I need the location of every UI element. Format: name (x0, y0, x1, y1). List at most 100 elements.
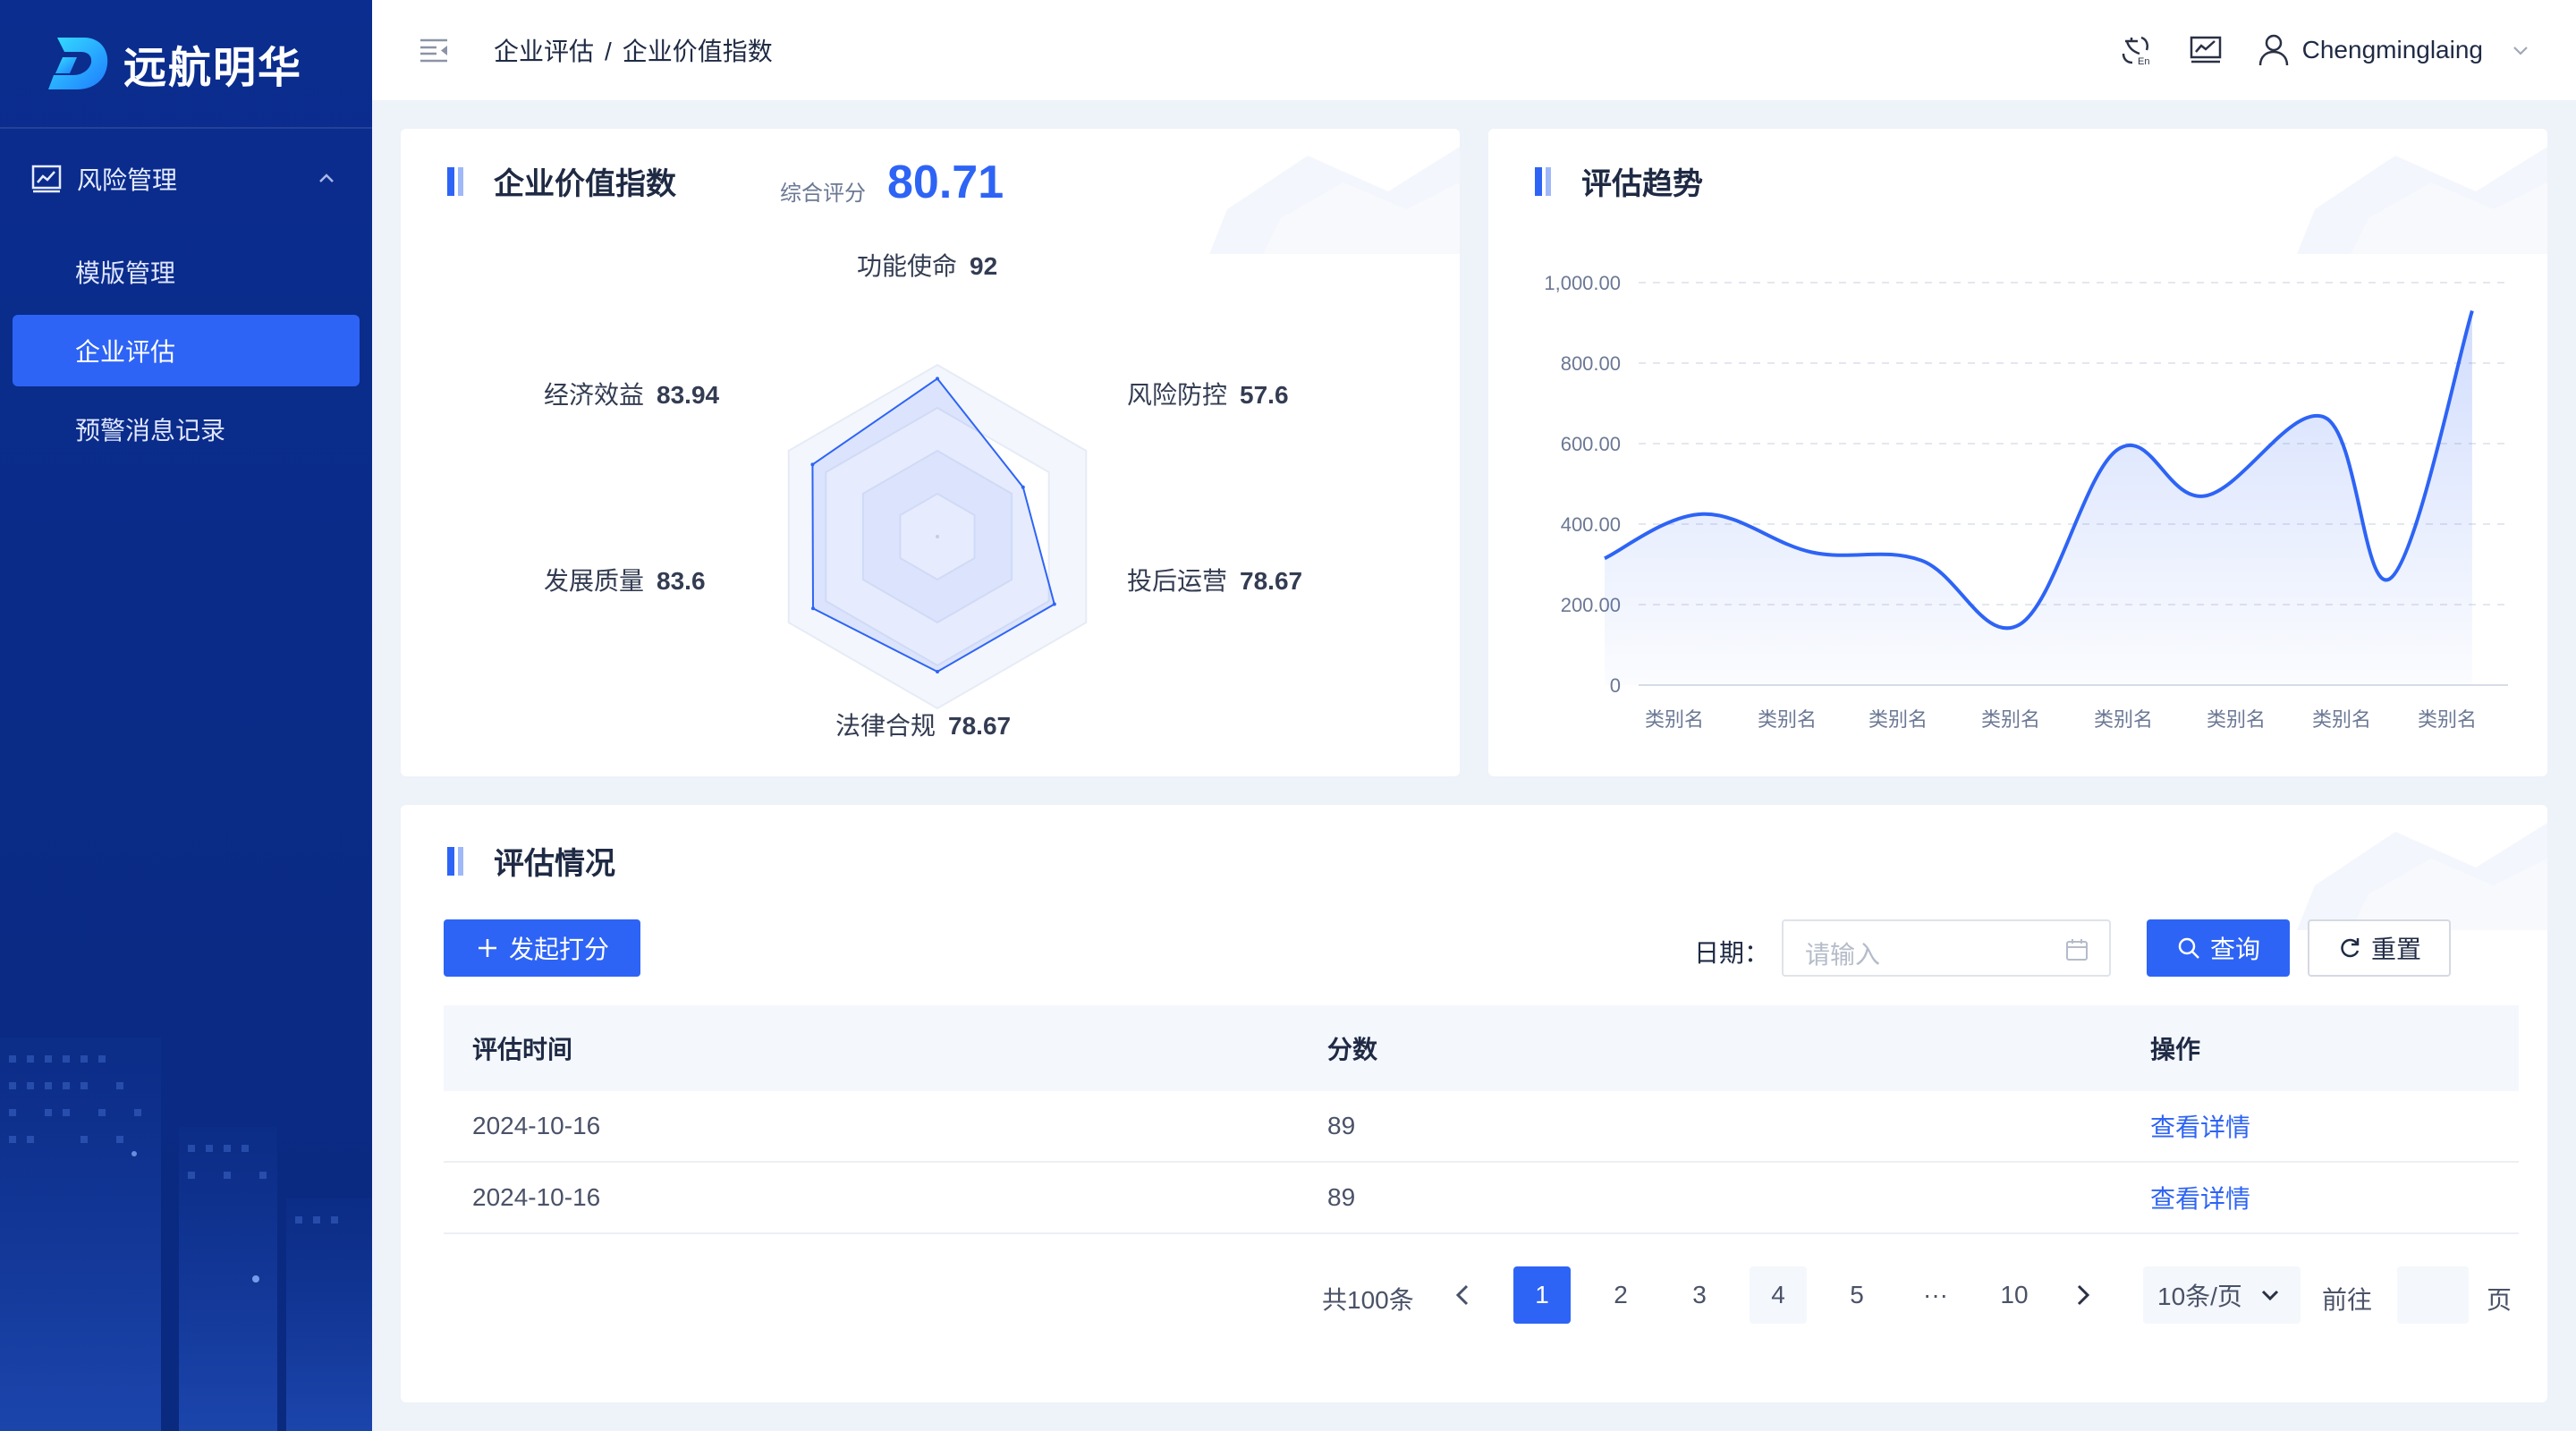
trend-chart: 0200.00400.00600.00800.001,000.00类别名 类别名类… (1544, 272, 2508, 731)
header-actions: En Chengminglaing (2084, 27, 2531, 73)
column-header-time: 评估时间 (472, 1036, 573, 1063)
x-tick-label: 类别名 (1758, 708, 1817, 731)
app-name: 远航明华 (123, 45, 303, 92)
dimension-value: 57.6 (1240, 381, 1289, 409)
card-title: 评估情况 (447, 839, 615, 883)
view-details-link[interactable]: 查看详情 (2150, 1108, 2250, 1144)
dimension-legal-compliance: 法律合规 78.67 (835, 707, 1011, 742)
card-background-decoration (2297, 823, 2547, 930)
user-icon[interactable] (2258, 33, 2290, 67)
dimension-label: 法律合规 (835, 712, 936, 740)
goto-label: 前往 (2322, 1286, 2373, 1314)
card-title: 企业价值指数 (447, 159, 676, 203)
page-4-button[interactable]: 4 (1750, 1266, 1807, 1324)
sidebar-item-template-management[interactable]: 模版管理 (13, 236, 360, 308)
card-background-decoration (2297, 147, 2547, 254)
menu-group-risk-management[interactable]: 风险管理 (0, 147, 372, 211)
chevron-down-icon[interactable] (2510, 39, 2531, 61)
radar-point (810, 606, 815, 611)
view-details-link[interactable]: 查看详情 (2150, 1180, 2250, 1215)
y-tick-label: 600.00 (1561, 433, 1621, 455)
card-title-text: 评估情况 (494, 847, 615, 881)
next-page-icon[interactable] (2068, 1281, 2097, 1309)
top-header: 企业评估 / 企业价值指数 En Chengminglaing (372, 0, 2576, 100)
page-ellipsis[interactable]: ··· (1907, 1266, 1964, 1324)
sidebar-item-label: 模版管理 (75, 259, 176, 287)
page-size-value: 10条/页 (2157, 1283, 2242, 1310)
page-size-select[interactable]: 10条/页 (2143, 1266, 2301, 1324)
dimension-value: 78.67 (1240, 567, 1303, 595)
page-10-button[interactable]: 10 (1986, 1266, 2043, 1324)
dashboard-icon[interactable] (2188, 32, 2224, 68)
username[interactable]: Chengminglaing (2302, 36, 2483, 64)
chart-monitor-icon (31, 165, 62, 193)
table-row: 2024-10-16 89 查看详情 (444, 1091, 2519, 1163)
radar-center (936, 535, 939, 538)
y-tick-label: 400.00 (1561, 513, 1621, 536)
score-label: 综合评分 (780, 182, 866, 206)
calendar-icon (2066, 939, 2088, 961)
sidebar: 远航明华 风险管理 模版管理 企业评估 预警消息记录 (0, 0, 372, 1431)
radar-point (810, 462, 815, 467)
card-title: 评估趋势 (1535, 159, 1703, 203)
date-input-placeholder: 请输入 (1805, 941, 1881, 969)
goto-page-input[interactable] (2397, 1266, 2469, 1324)
trend-area (1605, 310, 2472, 685)
menu-fold-icon[interactable] (419, 38, 449, 63)
dimension-post-investment: 投后运营 78.67 (1127, 562, 1302, 597)
radar-point (936, 377, 939, 381)
start-scoring-button[interactable]: 发起打分 (444, 919, 640, 977)
breadcrumb-separator: / (605, 38, 612, 65)
button-label: 重置 (2370, 936, 2421, 963)
title-marker (447, 846, 467, 876)
cell-time: 2024-10-16 (472, 1183, 601, 1211)
reset-button[interactable]: 重置 (2308, 919, 2451, 977)
dimension-risk-control: 风险防控 57.6 (1127, 376, 1289, 411)
sidebar-item-warning-records[interactable]: 预警消息记录 (13, 394, 360, 465)
plus-icon (478, 939, 496, 957)
page-suffix: 页 (2487, 1286, 2512, 1314)
refresh-icon (2341, 938, 2360, 958)
card-title-text: 评估趋势 (1581, 167, 1703, 201)
x-tick-label: 类别名 (1868, 708, 1928, 731)
evaluation-table-card: 评估情况 发起打分 日期： 请输入 查询 重置 评估时间 分数 操作 2024-… (401, 805, 2547, 1402)
sidebar-item-label: 预警消息记录 (75, 417, 226, 445)
app-logo[interactable]: 远航明华 (45, 32, 302, 95)
pagination: 共100条 1 2 3 4 5 ··· 10 10条/页 前往 页 (401, 1266, 2547, 1324)
x-tick-label: 类别名 (2312, 708, 2371, 731)
search-icon (2178, 937, 2199, 959)
sidebar-item-enterprise-evaluation[interactable]: 企业评估 (13, 315, 360, 386)
prev-page-icon[interactable] (1449, 1281, 1478, 1309)
sidebar-divider (0, 127, 372, 129)
page-5-button[interactable]: 5 (1828, 1266, 1885, 1324)
radar-point (936, 670, 939, 674)
card-background-decoration (1209, 147, 1460, 254)
breadcrumb-item-evaluation[interactable]: 企业评估 (494, 38, 594, 65)
column-header-action: 操作 (2150, 1036, 2201, 1063)
pagination-total: 共100条 (1322, 1286, 1414, 1314)
city-decoration (0, 1037, 372, 1431)
dimension-label: 发展质量 (544, 567, 645, 595)
dimension-value: 92 (970, 252, 998, 280)
page-2-button[interactable]: 2 (1592, 1266, 1649, 1324)
cell-time: 2024-10-16 (472, 1112, 601, 1139)
title-marker (447, 166, 467, 196)
date-input[interactable]: 请输入 (1782, 919, 2111, 977)
title-marker (1535, 166, 1555, 196)
date-filter-label: 日期： (1694, 939, 1770, 967)
dimension-label: 功能使命 (857, 252, 958, 280)
page-3-button[interactable]: 3 (1671, 1266, 1728, 1324)
dimension-label: 风险防控 (1127, 381, 1228, 409)
breadcrumb: 企业评估 / 企业价值指数 (494, 32, 773, 68)
svg-text:En: En (2138, 56, 2149, 67)
menu-group-label: 风险管理 (77, 166, 178, 194)
evaluation-table: 评估时间 分数 操作 2024-10-16 89 查看详情 2024-10-16… (444, 1005, 2519, 1234)
y-tick-label: 1,000.00 (1544, 272, 1621, 294)
search-button[interactable]: 查询 (2147, 919, 2290, 977)
logo-mark-icon (48, 38, 108, 89)
x-tick-label: 类别名 (1645, 708, 1704, 731)
page-1-button[interactable]: 1 (1513, 1266, 1571, 1324)
language-switch-icon[interactable]: En (2118, 32, 2154, 68)
x-tick-label: 类别名 (2418, 708, 2477, 731)
score-value: 80.71 (887, 157, 1004, 208)
